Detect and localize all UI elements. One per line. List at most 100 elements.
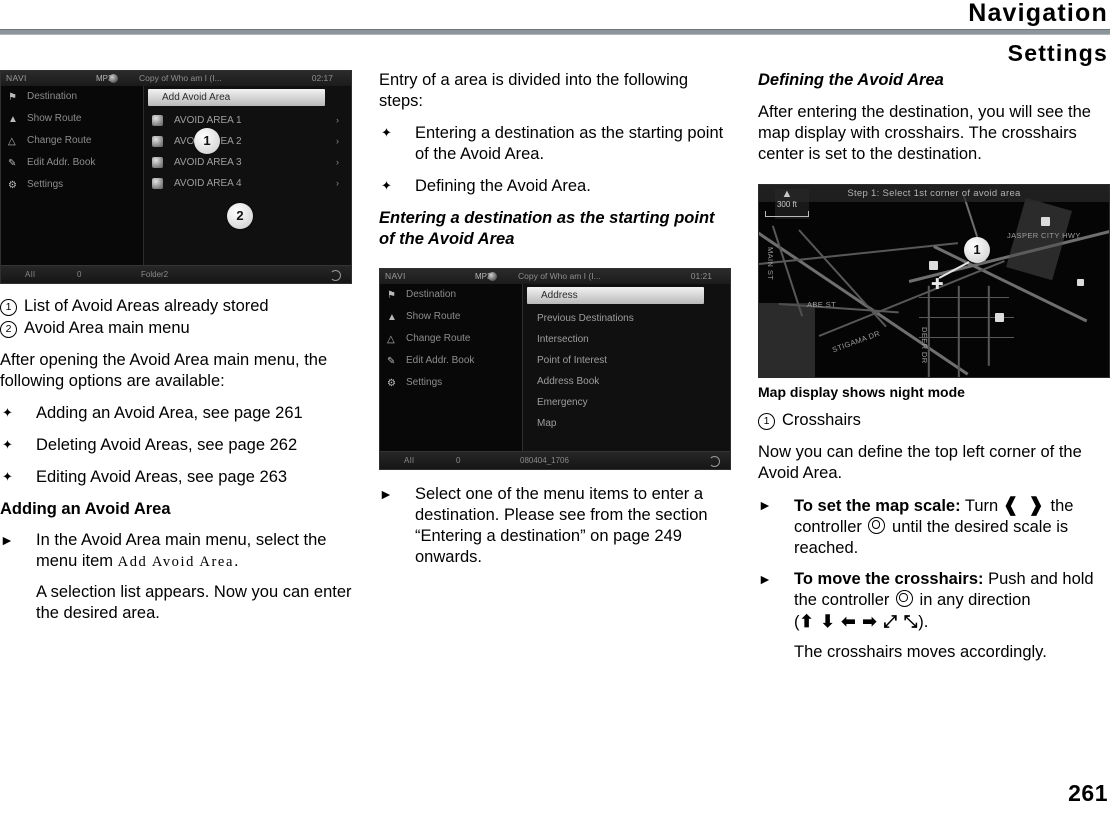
bullet-item: ✦ Defining the Avoid Area. [379, 176, 731, 197]
action-text-after: . [234, 552, 239, 570]
page-subtitle: Settings [1007, 40, 1108, 66]
gear-icon: ⚙ [8, 180, 17, 191]
bottombar-left-label: All [25, 270, 36, 279]
diamond-bullet-icon: ✦ [2, 437, 13, 452]
avoid-area-icon [152, 115, 163, 126]
map-road [919, 337, 1014, 339]
disc-icon [109, 74, 118, 83]
bullet-item: ✦ Entering a destination as the starting… [379, 123, 731, 165]
destination-item-map[interactable]: Map [523, 413, 730, 434]
menu-item-settings[interactable]: ⚙ Settings [380, 372, 522, 394]
screenshot-topbar: NAVI MP3 Copy of Who am I (I... 01:21 [380, 269, 730, 285]
page-number: 261 [1068, 780, 1108, 806]
menu-item-reference: Add Avoid Area [117, 554, 234, 570]
action-bold-lead: To set the map scale: [794, 497, 961, 515]
avoid-area-row[interactable]: AVOID AREA 1 › [144, 110, 351, 131]
action-follow-text: A selection list appears. Now you can en… [36, 583, 352, 622]
pencil-icon: ✎ [387, 356, 396, 367]
change-route-icon: △ [387, 334, 395, 345]
avoid-area-label: AVOID AREA 1 [174, 115, 242, 126]
menu-item-settings[interactable]: ⚙ Settings [1, 174, 143, 196]
menu-item-label: Edit Addr. Book [406, 355, 475, 366]
destination-item-emergency[interactable]: Emergency [523, 392, 730, 413]
chevron-right-icon: › [336, 157, 339, 167]
menu-item-change-route[interactable]: △ Change Route [380, 328, 522, 350]
screenshot-avoid-list-panel: Add Avoid Area AVOID AREA 1 › AVOID AREA… [144, 86, 351, 266]
menu-item-label: Edit Addr. Book [27, 157, 96, 168]
map-poi-icon [1077, 279, 1084, 286]
chevron-right-icon: › [336, 136, 339, 146]
change-route-icon: △ [8, 136, 16, 147]
map-scale-indicator: ▲ 300 ft [765, 189, 809, 217]
north-arrow-icon: ▲ [781, 188, 793, 200]
action-step: ► Select one of the menu items to enter … [379, 484, 731, 568]
avoid-area-row[interactable]: AVOID AREA 4 › [144, 173, 351, 194]
column-right: Defining the Avoid Area After entering t… [758, 70, 1110, 673]
map-scale-bar [765, 211, 809, 217]
avoid-area-row[interactable]: AVOID AREA 2 › [144, 131, 351, 152]
action-follow-text: The crosshairs moves accordingly. [794, 643, 1047, 661]
bottombar-mid-label: 0 [77, 270, 82, 279]
map-label: DEER DR [920, 327, 929, 364]
bullet-text: Defining the Avoid Area. [415, 177, 591, 195]
controller-knob-icon [895, 590, 913, 607]
map-caption: Map display shows night mode [758, 384, 965, 400]
menu-item-label: Settings [406, 377, 443, 388]
flag-icon: ⚑ [387, 290, 396, 301]
bullet-text: Deleting Avoid Areas, see page 262 [36, 436, 298, 454]
avoid-area-label: AVOID AREA 3 [174, 157, 242, 168]
diamond-bullet-icon: ✦ [381, 125, 392, 140]
intro-paragraph: After opening the Avoid Area main menu, … [0, 351, 328, 390]
menu-item-edit-addr-book[interactable]: ✎ Edit Addr. Book [1, 152, 143, 174]
legend-text: Crosshairs [782, 411, 861, 429]
menu-item-show-route[interactable]: ▲ Show Route [380, 306, 522, 328]
menu-item-destination[interactable]: ⚑ Destination [380, 284, 522, 306]
body-paragraph: Now you can define the top left corner o… [758, 443, 1082, 482]
destination-item-previous-destinations[interactable]: Previous Destinations [523, 308, 730, 329]
avoid-area-icon [152, 136, 163, 147]
menu-item-destination[interactable]: ⚑ Destination [1, 86, 143, 108]
navi-avoid-area-screenshot: NAVI MP3 Copy of Who am I (I... 02:17 ⚑ … [0, 70, 352, 284]
action-step-map-scale: ► To set the map scale: Turn ❰ ❱ the con… [758, 495, 1110, 559]
page-header: Navigation Settings [0, 0, 1110, 65]
map-poi-icon [929, 261, 938, 270]
topbar-source-label: NAVI [6, 73, 27, 83]
map-label: STIGAMA DR [830, 328, 882, 355]
diamond-bullet-icon: ✦ [2, 405, 13, 420]
destination-item-point-of-interest[interactable]: Point of Interest [523, 350, 730, 371]
route-icon: ▲ [8, 114, 18, 125]
menu-item-label: Change Route [27, 135, 92, 146]
triangle-bullet-icon: ► [0, 532, 14, 548]
callout-1: 1 [964, 237, 990, 263]
menu-item-label: Change Route [406, 333, 471, 344]
destination-item-intersection[interactable]: Intersection [523, 329, 730, 350]
bullet-item: ✦ Adding an Avoid Area, see page 261 [0, 403, 352, 424]
bottombar-mid-label: 0 [456, 456, 461, 465]
map-night-mode-screenshot: JASPER CITY HWY ABE ST STIGAMA DR MAIN S… [758, 184, 1110, 378]
map-block [759, 303, 815, 377]
gear-icon: ⚙ [387, 378, 396, 389]
route-icon: ▲ [387, 312, 397, 323]
disc-icon [488, 272, 497, 281]
menu-item-label: Destination [406, 289, 457, 300]
topbar-clock: 02:17 [311, 73, 333, 83]
destination-item-address[interactable]: Address [527, 287, 704, 304]
avoid-area-row[interactable]: AVOID AREA 3 › [144, 152, 351, 173]
map-road [958, 285, 960, 377]
legend-number: 1 [758, 413, 775, 430]
menu-item-show-route[interactable]: ▲ Show Route [1, 108, 143, 130]
menu-item-edit-addr-book[interactable]: ✎ Edit Addr. Book [380, 350, 522, 372]
bullet-item: ✦ Editing Avoid Areas, see page 263 [0, 467, 352, 488]
legend-item-1: 1 Crosshairs [758, 410, 1110, 431]
bullet-text: Entering a destination as the starting p… [415, 124, 724, 163]
menu-item-label: Destination [27, 91, 78, 102]
legend-item-1: 1 List of Avoid Areas already stored [0, 296, 352, 317]
destination-item-address-book[interactable]: Address Book [523, 371, 730, 392]
callout-2: 2 [227, 203, 253, 229]
add-avoid-area-row[interactable]: Add Avoid Area [148, 89, 325, 106]
map-label: JASPER CITY HWY [1007, 231, 1081, 240]
section-heading-defining-avoid-area: Defining the Avoid Area [758, 71, 944, 89]
avoid-area-icon [152, 178, 163, 189]
menu-item-change-route[interactable]: △ Change Route [1, 130, 143, 152]
repeat-icon [709, 456, 720, 467]
